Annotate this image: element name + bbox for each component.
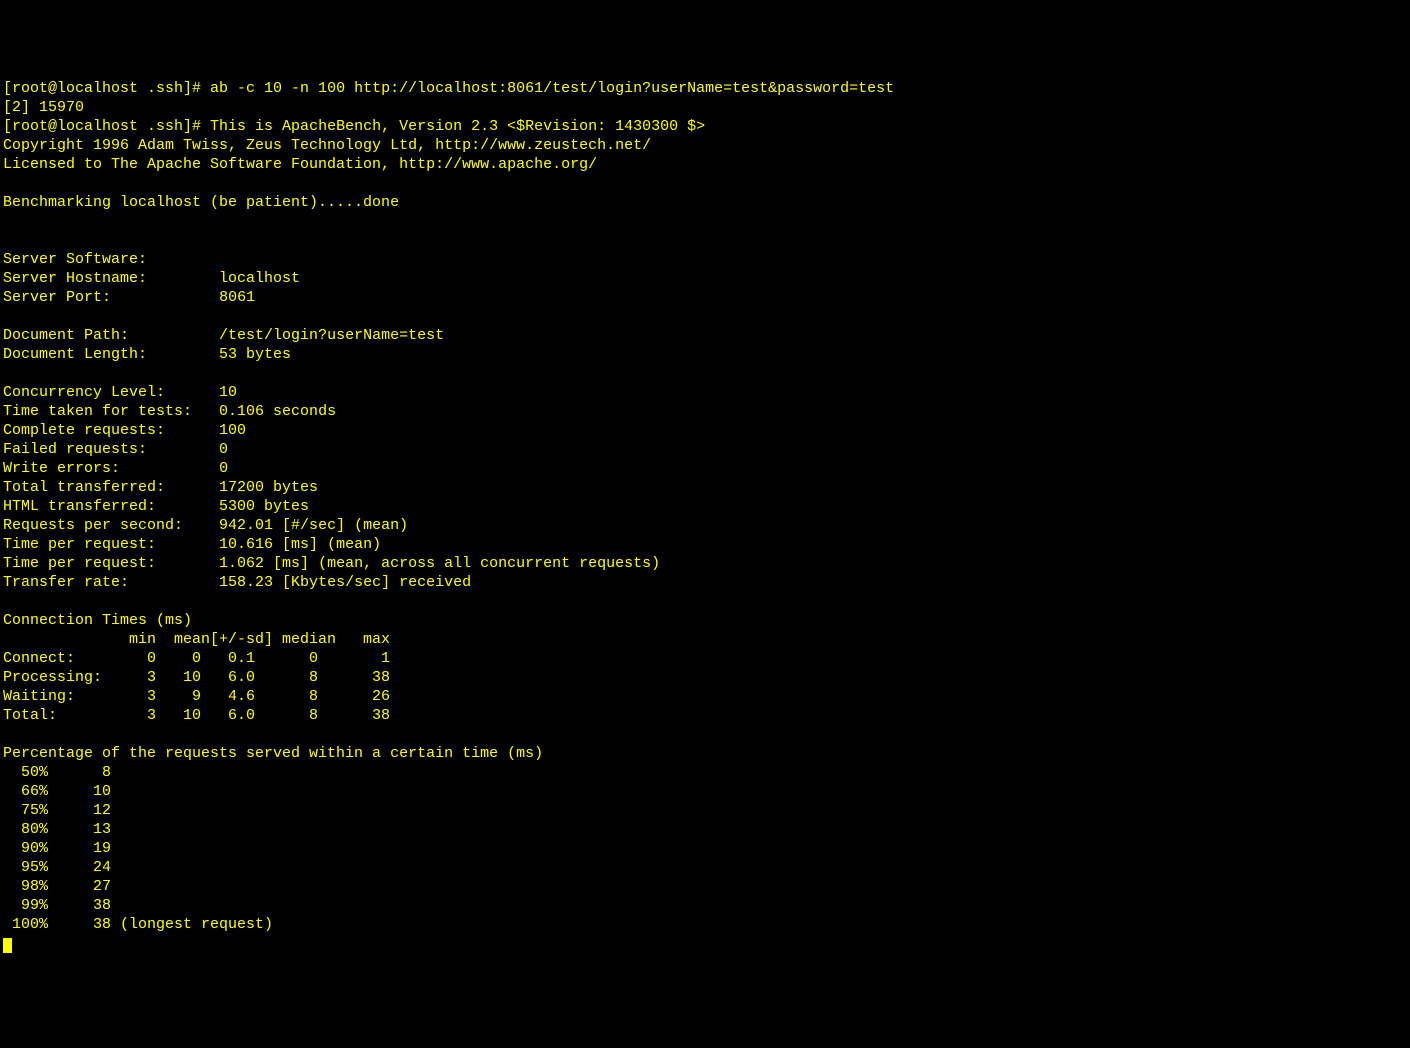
stat-value: /test/login?userName=test bbox=[219, 327, 444, 344]
stat-label: Complete requests: bbox=[3, 422, 165, 439]
stat-value: 8061 bbox=[219, 289, 255, 306]
connection-times-row: Connect: 0 0 0.1 0 1 bbox=[3, 650, 390, 667]
percentile-row: 99% 38 bbox=[3, 897, 111, 914]
benchmark-status-line: Benchmarking localhost (be patient).....… bbox=[3, 194, 399, 211]
stat-label: Failed requests: bbox=[3, 441, 147, 458]
stat-value: 0 bbox=[219, 460, 228, 477]
ab-header-line: Licensed to The Apache Software Foundati… bbox=[3, 156, 597, 173]
stat-label: Server Hostname: bbox=[3, 270, 147, 287]
terminal-output[interactable]: [root@localhost .ssh]# ab -c 10 -n 100 h… bbox=[3, 79, 1407, 953]
connection-times-header: Connection Times (ms) bbox=[3, 612, 192, 629]
stat-label: Time per request: bbox=[3, 536, 156, 553]
stat-label: HTML transferred: bbox=[3, 498, 156, 515]
percentile-row: 66% 10 bbox=[3, 783, 111, 800]
stat-value: localhost bbox=[219, 270, 300, 287]
stat-label: Document Path: bbox=[3, 327, 129, 344]
connection-times-row: Total: 3 10 6.0 8 38 bbox=[3, 707, 390, 724]
percentile-row: 50% 8 bbox=[3, 764, 111, 781]
stat-value: 53 bytes bbox=[219, 346, 291, 363]
stat-value: 100 bbox=[219, 422, 246, 439]
stat-label: Server Port: bbox=[3, 289, 111, 306]
command-text: ab -c 10 -n 100 http://localhost:8061/te… bbox=[210, 80, 894, 97]
terminal-cursor bbox=[3, 938, 12, 953]
stat-label: Concurrency Level: bbox=[3, 384, 165, 401]
connection-times-row: Processing: 3 10 6.0 8 38 bbox=[3, 669, 390, 686]
stat-value: 942.01 [#/sec] (mean) bbox=[219, 517, 408, 534]
stat-value: 5300 bytes bbox=[219, 498, 309, 515]
stat-value: 10.616 [ms] (mean) bbox=[219, 536, 381, 553]
stat-value: 1.062 [ms] (mean, across all concurrent … bbox=[219, 555, 660, 572]
stat-value: 10 bbox=[219, 384, 237, 401]
stat-label: Write errors: bbox=[3, 460, 120, 477]
shell-prompt: [root@localhost .ssh]# bbox=[3, 80, 210, 97]
stat-label: Document Length: bbox=[3, 346, 147, 363]
stat-label: Time per request: bbox=[3, 555, 156, 572]
stat-label: Server Software: bbox=[3, 251, 147, 268]
stat-value: 0 bbox=[219, 441, 228, 458]
ab-header-line: This is ApacheBench, Version 2.3 <$Revis… bbox=[210, 118, 705, 135]
percentile-row: 100% 38 (longest request) bbox=[3, 916, 273, 933]
stat-value: 17200 bytes bbox=[219, 479, 318, 496]
stat-label: Requests per second: bbox=[3, 517, 183, 534]
percentile-row: 90% 19 bbox=[3, 840, 111, 857]
percentile-header: Percentage of the requests served within… bbox=[3, 745, 543, 762]
connection-times-columns: min mean[+/-sd] median max bbox=[3, 631, 390, 648]
percentile-row: 98% 27 bbox=[3, 878, 111, 895]
stat-label: Transfer rate: bbox=[3, 574, 129, 591]
stat-value: 158.23 [Kbytes/sec] received bbox=[219, 574, 471, 591]
percentile-row: 95% 24 bbox=[3, 859, 111, 876]
stat-value: 0.106 seconds bbox=[219, 403, 336, 420]
percentile-row: 80% 13 bbox=[3, 821, 111, 838]
connection-times-row: Waiting: 3 9 4.6 8 26 bbox=[3, 688, 390, 705]
stat-label: Total transferred: bbox=[3, 479, 165, 496]
ab-header-line: Copyright 1996 Adam Twiss, Zeus Technolo… bbox=[3, 137, 651, 154]
shell-prompt: [root@localhost .ssh]# bbox=[3, 118, 210, 135]
stat-label: Time taken for tests: bbox=[3, 403, 192, 420]
percentile-row: 75% 12 bbox=[3, 802, 111, 819]
job-id-line: [2] 15970 bbox=[3, 99, 84, 116]
